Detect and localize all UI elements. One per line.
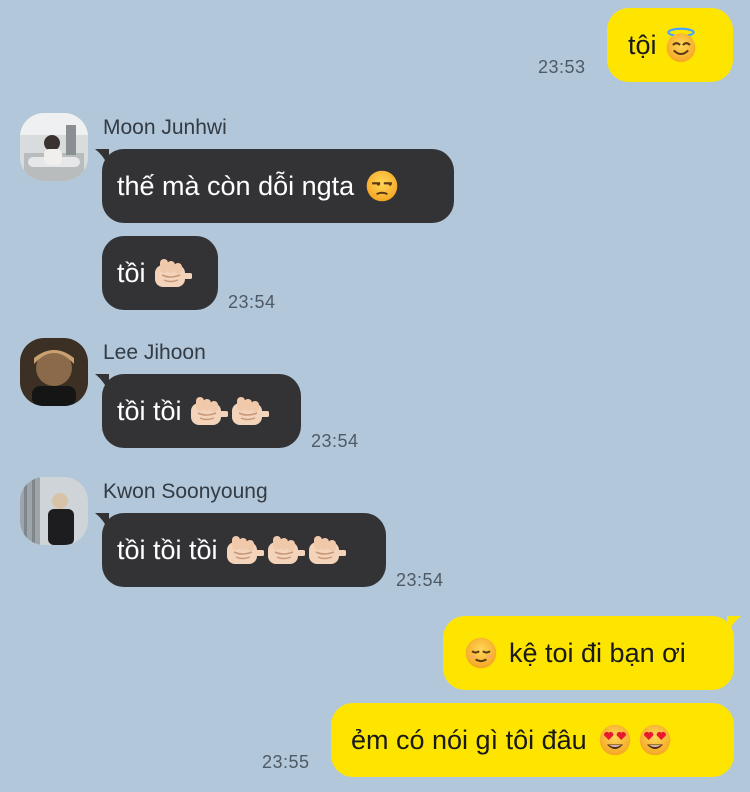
message-time: 23:54 bbox=[396, 570, 444, 590]
heart-eyes-emoji-icon bbox=[637, 722, 673, 758]
pointing-fist-emoji-icon bbox=[152, 253, 192, 293]
sender-name: Kwon Soonyoung bbox=[103, 480, 268, 503]
incoming-message-bubble[interactable]: thế mà còn dỗi ngta bbox=[102, 149, 454, 223]
sender-name: Lee Jihoon bbox=[103, 341, 206, 364]
message-time: 23:54 bbox=[311, 431, 359, 451]
message-text: tội bbox=[628, 29, 657, 60]
message-text: tồi tồi tồi bbox=[117, 534, 218, 565]
message-time: 23:53 bbox=[538, 57, 586, 77]
message-text: thế mà còn dỗi ngta bbox=[117, 170, 355, 201]
outgoing-message-bubble[interactable]: kệ toi đi bạn ơi bbox=[443, 616, 734, 690]
incoming-message-bubble[interactable]: tồi tồi tồi bbox=[102, 513, 386, 587]
pointing-fist-emoji-icon bbox=[265, 530, 305, 570]
pointing-fist-emoji-icon bbox=[306, 530, 346, 570]
pointing-fist-emoji-icon bbox=[224, 530, 264, 570]
sender-name: Moon Junhwi bbox=[103, 116, 227, 139]
innocent-emoji-icon bbox=[663, 27, 699, 63]
relieved-emoji-icon bbox=[463, 635, 499, 671]
incoming-message-bubble[interactable]: tồi tồi bbox=[102, 374, 301, 448]
message-text: kệ toi đi bạn ơi bbox=[509, 637, 686, 668]
message-time: 23:55 bbox=[262, 752, 310, 772]
avatar-moon-junhwi[interactable] bbox=[20, 113, 88, 181]
pointing-fist-emoji-icon bbox=[188, 391, 228, 431]
avatar-kwon-soonyoung[interactable] bbox=[20, 477, 88, 545]
outgoing-message-bubble[interactable]: tội bbox=[607, 8, 733, 82]
message-text: tồi bbox=[117, 257, 146, 288]
heart-eyes-emoji-icon bbox=[597, 722, 633, 758]
message-text: ẻm có nói gì tôi đâu bbox=[351, 724, 587, 755]
message-text: tồi tồi bbox=[117, 395, 182, 426]
outgoing-message-bubble[interactable]: ẻm có nói gì tôi đâu bbox=[331, 703, 734, 777]
message-time: 23:54 bbox=[228, 292, 276, 312]
incoming-message-bubble[interactable]: tồi bbox=[102, 236, 218, 310]
unamused-emoji-icon bbox=[364, 168, 400, 204]
avatar-lee-jihoon[interactable] bbox=[20, 338, 88, 406]
pointing-fist-emoji-icon bbox=[229, 391, 269, 431]
